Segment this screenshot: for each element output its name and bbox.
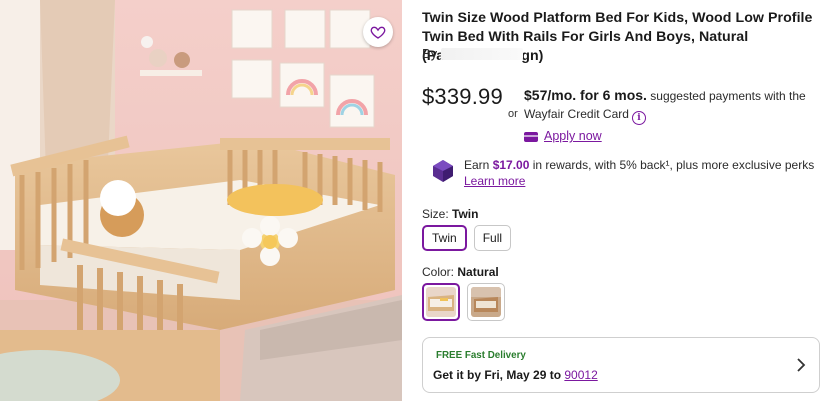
color-swatch-natural[interactable] bbox=[422, 283, 460, 321]
apply-now-row: Apply now bbox=[524, 128, 814, 146]
gem-icon bbox=[433, 160, 453, 182]
delivery-estimate: Get it by Fri, May 29 to 90012 bbox=[433, 368, 598, 382]
zip-code-link[interactable]: 90012 bbox=[564, 368, 597, 382]
by-label: By bbox=[422, 46, 438, 61]
monthly-payment: $57/mo. for 6 mos. bbox=[524, 87, 647, 103]
color-swatch-alternate[interactable] bbox=[467, 283, 505, 321]
rewards-text: Earn $17.00 in rewards, with 5% back¹, p… bbox=[464, 157, 814, 189]
size-option-twin[interactable]: Twin bbox=[422, 225, 467, 251]
color-label: Color: Natural bbox=[422, 265, 499, 279]
rewards-prefix: Earn bbox=[464, 158, 490, 172]
rewards-banner: Earn $17.00 in rewards, with 5% back¹, p… bbox=[432, 157, 817, 189]
swatch-natural-thumbnail bbox=[426, 287, 456, 317]
size-label-text: Size: bbox=[422, 207, 449, 221]
color-selected-value: Natural bbox=[457, 265, 499, 279]
brand-line: By bbox=[422, 46, 524, 61]
size-selected-value: Twin bbox=[452, 207, 479, 221]
bed-photo bbox=[0, 0, 402, 401]
size-label: Size: Twin bbox=[422, 207, 478, 221]
product-image[interactable] bbox=[0, 0, 402, 401]
financing-offer: $57/mo. for 6 mos. suggested payments wi… bbox=[524, 87, 814, 146]
color-label-text: Color: bbox=[422, 265, 455, 279]
credit-card-icon bbox=[524, 132, 538, 142]
delivery-card[interactable]: FREE Fast Delivery Get it by Fri, May 29… bbox=[422, 337, 820, 393]
favorite-button[interactable] bbox=[363, 17, 393, 47]
swatch-alternate-thumbnail bbox=[471, 287, 501, 317]
chevron-right-icon bbox=[797, 358, 806, 372]
heart-icon bbox=[370, 26, 386, 39]
size-options: Twin Full bbox=[422, 225, 512, 251]
color-swatches bbox=[422, 283, 505, 321]
learn-more-link[interactable]: Learn more bbox=[464, 174, 525, 188]
or-label: or bbox=[508, 108, 518, 120]
product-price: $339.99 bbox=[422, 84, 503, 109]
brand-link[interactable] bbox=[441, 47, 524, 60]
info-icon[interactable]: i bbox=[631, 111, 646, 126]
delivery-date-text: Get it by Fri, May 29 to bbox=[433, 368, 562, 382]
rewards-suffix: in rewards, with 5% back¹, plus more exc… bbox=[532, 158, 815, 172]
size-option-full[interactable]: Full bbox=[473, 225, 512, 251]
apply-now-link[interactable]: Apply now bbox=[544, 128, 602, 146]
free-delivery-badge: FREE Fast Delivery bbox=[436, 350, 526, 361]
rewards-amount: $17.00 bbox=[492, 158, 530, 172]
product-details-panel: Twin Size Wood Platform Bed For Kids, Wo… bbox=[422, 0, 820, 401]
